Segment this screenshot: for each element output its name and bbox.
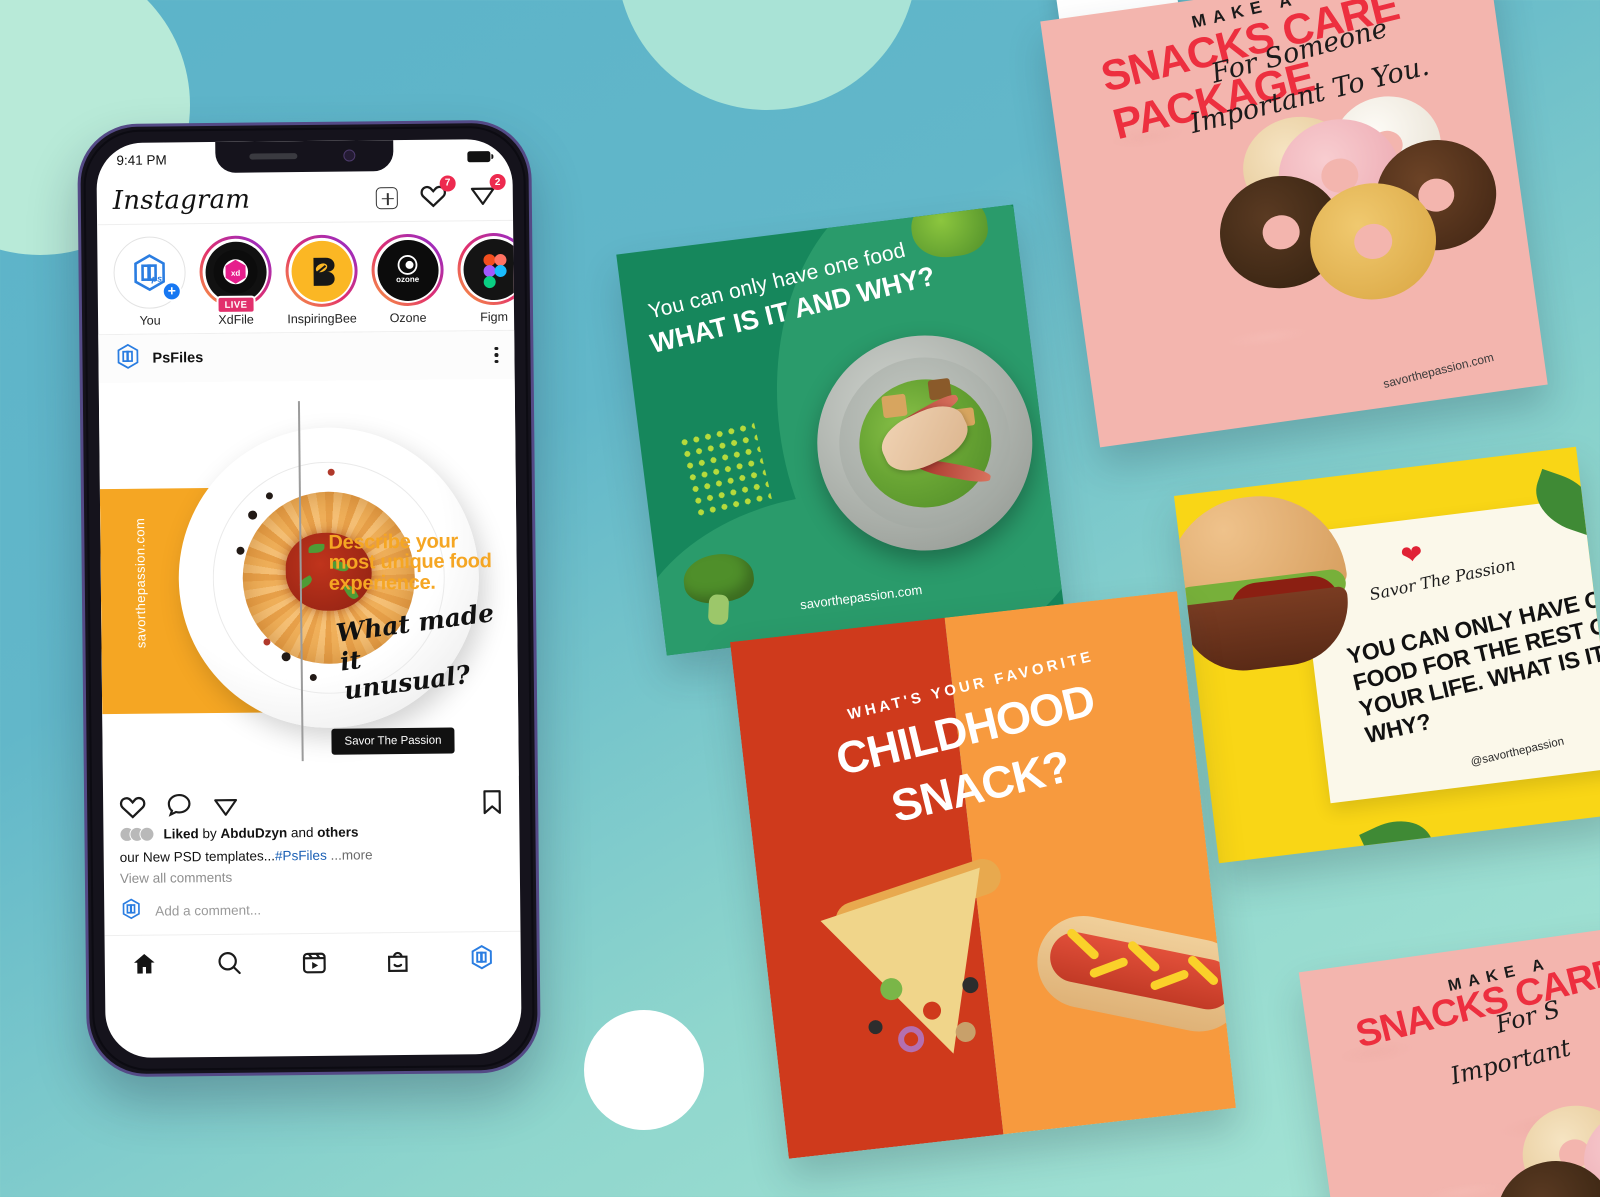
bolognese-sauce — [285, 532, 373, 612]
heart-badge: 7 — [439, 174, 456, 192]
background-circle — [617, 0, 917, 110]
comment-bubble-icon[interactable] — [166, 792, 192, 818]
dm-badge: 2 — [489, 173, 506, 191]
paper-plane-icon[interactable] — [212, 792, 239, 817]
background-circle — [584, 1010, 704, 1130]
card-green-salad[interactable]: You can only have one food WHAT IS IT AN… — [616, 204, 1064, 656]
svg-text:ps: ps — [151, 274, 163, 284]
story-label: You — [139, 313, 161, 328]
creative-brand-button[interactable]: Savor The Passion — [331, 727, 455, 755]
dot-pattern — [677, 419, 773, 522]
view-all-comments-link[interactable]: View all comments — [104, 861, 520, 886]
pasta-plate-photo — [177, 426, 481, 730]
add-comment-input[interactable]: Add a comment... — [155, 903, 261, 919]
pink-peppercorn — [327, 468, 335, 476]
card-yellow-burger[interactable]: ❤ Savor The Passion YOU CAN ONLY HAVE ON… — [1173, 446, 1600, 864]
heart-icon[interactable] — [119, 793, 146, 819]
creative-script-text: What made it unusual? — [334, 598, 496, 705]
herb-leaf — [342, 582, 359, 602]
story-label: InspiringBee — [287, 311, 357, 327]
heart-icon — [420, 185, 446, 207]
live-badge: LIVE — [216, 295, 256, 314]
notifications-button[interactable]: 7 — [420, 174, 456, 212]
post-caption: our New PSD templates...#PsFiles ...more — [104, 840, 520, 865]
peppercorn — [281, 652, 291, 662]
herb-leaf — [329, 558, 350, 574]
peppercorn — [309, 673, 317, 681]
phone-notch — [215, 140, 394, 173]
phone-screen: 9:41 PM Instagram 7 2 ps + You xd LIVE X… — [96, 138, 522, 1059]
post-author[interactable]: PsFiles — [152, 350, 203, 367]
reels-icon[interactable] — [300, 948, 327, 974]
front-camera-icon — [343, 149, 356, 162]
xdfile-logo-icon: xd — [204, 240, 267, 303]
svg-text:ozone: ozone — [396, 275, 420, 284]
creative-orange-block — [99, 487, 300, 715]
sidebar-item-inspiringbee[interactable]: InspiringBee — [285, 234, 358, 326]
card-pink-donuts-bottom[interactable]: MAKE A SNACKS CARE For S Important — [1298, 926, 1600, 1197]
figma-logo-icon — [462, 238, 522, 300]
post-header: PsFiles — [98, 330, 515, 384]
card-pink-donuts-top[interactable]: MAKE A SNACKS CARE PACKAGE For Someone I… — [1040, 0, 1548, 448]
direct-messages-button[interactable]: 2 — [469, 173, 506, 212]
creative-side-url: savorthepassion.com — [132, 517, 149, 649]
plus-square-icon[interactable] — [375, 186, 398, 209]
sidebar-item-figma[interactable]: Figm — [457, 232, 522, 325]
psfiles-logo-icon — [114, 343, 141, 375]
caption-more[interactable]: ...more — [327, 847, 372, 862]
creative-headline: Describe your most unique food experienc… — [328, 530, 492, 595]
bottom-tab-bar[interactable] — [105, 932, 521, 979]
basil-leaf — [1359, 807, 1437, 864]
heart-icon: ❤ — [1399, 538, 1425, 571]
caption-hashtag[interactable]: #PsFiles — [275, 848, 327, 864]
search-icon[interactable] — [215, 949, 242, 975]
story-label: Figm — [480, 309, 509, 325]
stories-tray[interactable]: ps + You xd LIVE XdFile InspiringBee ozo… — [97, 220, 522, 336]
liked-by-text: Liked by AbduDzyn and others — [163, 824, 359, 842]
post-actions — [103, 776, 519, 827]
ozone-logo-icon: ozone — [376, 239, 439, 301]
crouton — [881, 393, 908, 419]
kebab-menu-icon[interactable] — [494, 346, 499, 364]
sidebar-item-xdfile[interactable]: xd LIVE XdFile — [199, 235, 272, 327]
status-time: 9:41 PM — [116, 151, 167, 168]
caption-text: our New PSD templates... — [119, 848, 276, 865]
add-comment-row[interactable]: Add a comment... — [104, 881, 521, 937]
peppercorn — [248, 510, 258, 520]
sidebar-item-ozone[interactable]: ozone Ozone — [371, 233, 444, 326]
psfiles-logo-icon — [120, 898, 142, 925]
spaghetti — [241, 490, 416, 665]
phone-mockup: 9:41 PM Instagram 7 2 ps + You xd LIVE X… — [77, 119, 541, 1078]
card-childhood-snack[interactable]: WHAT'S YOUR FAVORITE CHILDHOOD SNACK? — [730, 591, 1236, 1159]
story-label: XdFile — [218, 312, 254, 327]
psfiles-logo-icon: ps — [120, 243, 180, 303]
shop-bag-icon[interactable] — [385, 947, 411, 973]
peppercorn — [236, 546, 245, 555]
instagram-logo: Instagram — [112, 184, 251, 216]
home-icon[interactable] — [131, 950, 158, 976]
battery-icon — [467, 150, 491, 162]
earpiece-speaker — [249, 153, 298, 160]
bookmark-icon[interactable] — [481, 789, 503, 815]
paper-plane-icon — [470, 187, 495, 205]
peppercorn — [265, 492, 273, 500]
psfiles-profile-icon[interactable] — [469, 944, 495, 975]
pink-peppercorn — [263, 638, 271, 646]
herb-leaf — [308, 543, 325, 554]
creative-divider — [297, 401, 304, 762]
add-story-icon[interactable]: + — [161, 281, 182, 302]
liker-avatars — [119, 826, 155, 842]
burger-photo — [1173, 485, 1368, 692]
story-label: Ozone — [389, 310, 427, 326]
svg-text:xd: xd — [231, 269, 241, 278]
post-image[interactable]: savorthepassion.com Describe your most u… — [98, 378, 519, 781]
liked-by-row[interactable]: Liked by AbduDzyn and others — [103, 823, 519, 844]
herb-leaf — [297, 575, 314, 590]
sidebar-item-you[interactable]: ps + You — [113, 236, 186, 328]
inspiringbee-logo-icon — [290, 240, 353, 302]
instagram-header: Instagram 7 2 — [96, 172, 514, 226]
